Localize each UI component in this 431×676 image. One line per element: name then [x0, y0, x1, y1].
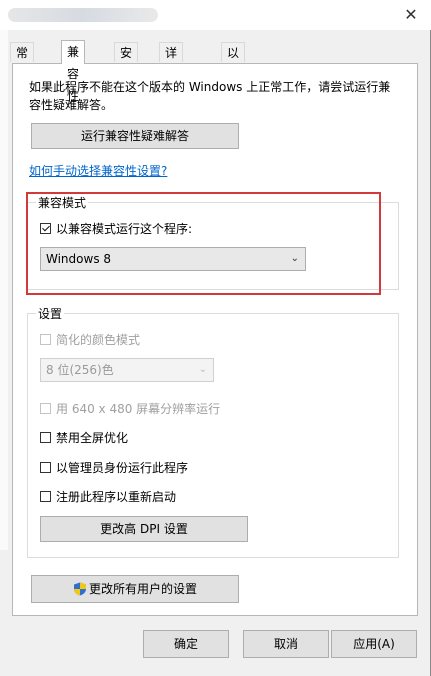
reduced-color-label: 简化的颜色模式 [56, 332, 141, 347]
ok-button[interactable]: 确定 [143, 630, 229, 658]
res-640-row: 用 640 x 480 屏幕分辨率运行 [40, 400, 220, 416]
res-640-label: 用 640 x 480 屏幕分辨率运行 [56, 401, 221, 416]
chevron-down-icon: ⌄ [198, 364, 207, 375]
apply-button[interactable]: 应用(A) [331, 630, 417, 658]
run-as-admin-row[interactable]: 以管理员身份运行此程序 [40, 459, 188, 475]
uac-shield-icon [73, 582, 86, 596]
settings-label: 设置 [36, 305, 65, 322]
run-troubleshooter-button[interactable]: 运行兼容性疑难解答 [31, 123, 239, 149]
tab-compatibility[interactable]: 兼容性 [61, 40, 86, 103]
run-as-admin-checkbox[interactable] [40, 461, 51, 473]
disable-fullscreen-row[interactable]: 禁用全屏优化 [40, 429, 128, 445]
compatibility-panel: 如果此程序不能在这个版本的 Windows 上正常工作，请尝试运行兼容性疑难解答… [12, 63, 418, 616]
disable-fullscreen-label: 禁用全屏优化 [56, 430, 129, 445]
blurred-title [8, 8, 158, 22]
manual-settings-link[interactable]: 如何手动选择兼容性设置? [29, 162, 167, 179]
reduced-color-checkbox [40, 333, 51, 345]
register-restart-checkbox[interactable] [40, 490, 51, 502]
change-all-users-button[interactable]: 更改所有用户的设置 [31, 575, 239, 603]
background-window-strip [0, 30, 8, 550]
change-all-users-label: 更改所有用户的设置 [88, 582, 197, 596]
run-as-admin-label: 以管理员身份运行此程序 [56, 460, 189, 475]
settings-group: 设置 简化的颜色模式 8 位(256)色 ⌄ 用 640 x 480 屏幕分辨率… [27, 305, 399, 558]
reduced-color-row: 简化的颜色模式 [40, 331, 140, 347]
disable-fullscreen-checkbox[interactable] [40, 431, 51, 443]
color-depth-value: 8 位(256)色 [46, 363, 114, 377]
highlight-rectangle [26, 192, 381, 295]
res-640-checkbox [40, 402, 51, 414]
color-depth-select: 8 位(256)色 ⌄ [40, 358, 214, 382]
register-restart-row[interactable]: 注册此程序以重新启动 [40, 488, 176, 504]
tab-previous-versions[interactable]: 以前的版本 [221, 42, 246, 140]
cancel-button[interactable]: 取消 [243, 630, 329, 658]
register-restart-label: 注册此程序以重新启动 [56, 489, 177, 504]
change-dpi-button[interactable]: 更改高 DPI 设置 [40, 516, 248, 542]
tab-general[interactable]: 常规 [10, 42, 35, 80]
title-bar: ✕ [0, 0, 431, 30]
tab-security[interactable]: 安全 [114, 42, 139, 80]
close-button[interactable]: ✕ [391, 0, 431, 30]
tab-details[interactable]: 详细信息 [159, 42, 184, 120]
compatibility-description: 如果此程序不能在这个版本的 Windows 上正常工作，请尝试运行兼容性疑难解答… [29, 80, 391, 112]
properties-dialog: ✕ 常规 兼容性 安全 详细信息 以前的版本 如果此程序不能在这个版本的 Win… [0, 0, 431, 676]
